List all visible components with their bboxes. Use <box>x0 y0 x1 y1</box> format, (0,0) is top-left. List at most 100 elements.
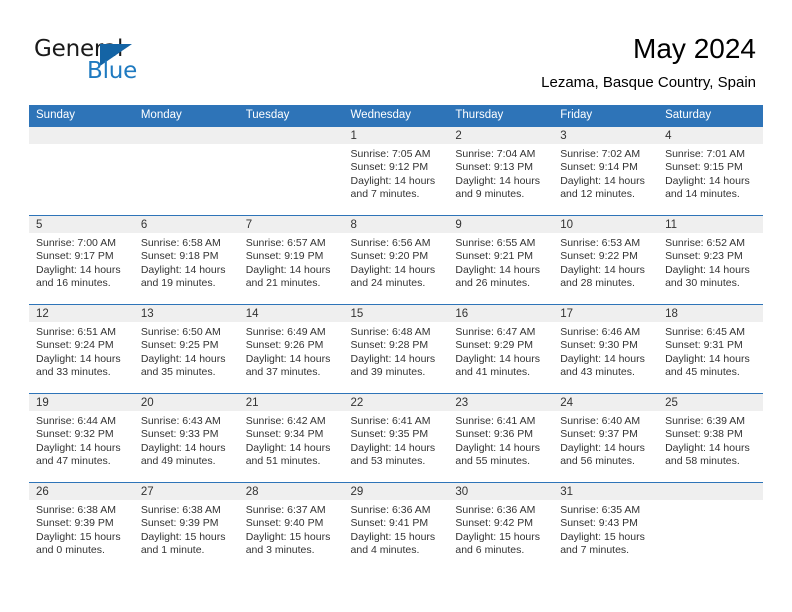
day-details: Sunrise: 6:46 AM Sunset: 9:30 PM Daylight:… <box>553 322 658 380</box>
day-number: 6 <box>133 216 239 233</box>
calendar-cell-inner: 22 Sunrise: 6:41 AM Sunset: 9:35 PM Dayligh… <box>343 394 449 482</box>
daylight-text-line1: Daylight: 14 hours <box>245 441 331 454</box>
weekday-header-row: Sunday Monday Tuesday Wednesday Thursday… <box>29 105 763 127</box>
sunrise-text: Sunrise: 6:57 AM <box>245 237 326 249</box>
sunset-text: Sunset: 9:24 PM <box>36 339 114 352</box>
calendar-day-cell[interactable]: 30 Sunrise: 6:36 AM Sunset: 9:42 PM Dayligh… <box>448 482 554 572</box>
daylight-text-line2: and 43 minutes. <box>560 366 635 379</box>
daylight-text-line2: and 30 minutes. <box>665 277 740 290</box>
calendar-body: 1 Sunrise: 7:05 AM Sunset: 9:12 PM Daylight… <box>29 126 763 572</box>
calendar-day-cell[interactable]: 29 Sunrise: 6:36 AM Sunset: 9:41 PM Dayligh… <box>343 482 449 572</box>
calendar-day-cell[interactable]: 14 Sunrise: 6:49 AM Sunset: 9:26 PM Dayligh… <box>238 304 344 394</box>
calendar-day-cell[interactable]: 31 Sunrise: 6:35 AM Sunset: 9:43 PM Dayligh… <box>553 482 659 572</box>
calendar-day-cell[interactable]: 6 Sunrise: 6:58 AM Sunset: 9:18 PM Daylight… <box>133 215 239 305</box>
calendar-cell-inner: 28 Sunrise: 6:37 AM Sunset: 9:40 PM Dayligh… <box>238 483 344 572</box>
calendar-day-cell[interactable]: 19 Sunrise: 6:44 AM Sunset: 9:32 PM Dayligh… <box>29 393 134 483</box>
day-number: 28 <box>238 483 344 500</box>
calendar-day-cell[interactable]: 16 Sunrise: 6:47 AM Sunset: 9:29 PM Dayligh… <box>448 304 554 394</box>
day-number: 13 <box>133 305 239 322</box>
calendar-day-cell[interactable]: 8 Sunrise: 6:56 AM Sunset: 9:20 PM Daylight… <box>343 215 449 305</box>
calendar-cell-inner: 20 Sunrise: 6:43 AM Sunset: 9:33 PM Dayligh… <box>133 394 239 482</box>
sunrise-text: Sunrise: 6:42 AM <box>245 415 326 427</box>
calendar-day-cell[interactable]: 18 Sunrise: 6:45 AM Sunset: 9:31 PM Dayligh… <box>658 304 763 394</box>
day-number: 22 <box>343 394 449 411</box>
calendar-day-cell[interactable]: 4 Sunrise: 7:01 AM Sunset: 9:15 PM Daylight… <box>658 126 763 216</box>
weekday-header-friday: Friday <box>553 105 659 127</box>
calendar-day-cell[interactable]: 10 Sunrise: 6:53 AM Sunset: 9:22 PM Dayligh… <box>553 215 659 305</box>
sunset-text: Sunset: 9:21 PM <box>455 250 534 263</box>
daylight-text-line1: Daylight: 14 hours <box>245 263 331 276</box>
calendar-day-cell[interactable]: 26 Sunrise: 6:38 AM Sunset: 9:39 PM Dayligh… <box>29 482 134 572</box>
daylight-text-line2: and 6 minutes. <box>455 544 525 557</box>
calendar-day-cell[interactable]: 25 Sunrise: 6:39 AM Sunset: 9:38 PM Dayligh… <box>658 393 763 483</box>
calendar-day-cell[interactable]: 20 Sunrise: 6:43 AM Sunset: 9:33 PM Dayligh… <box>133 393 239 483</box>
day-number: 11 <box>658 216 763 233</box>
calendar-day-cell[interactable]: 15 Sunrise: 6:48 AM Sunset: 9:28 PM Dayligh… <box>343 304 449 394</box>
day-number: 20 <box>133 394 239 411</box>
day-number: 24 <box>553 394 659 411</box>
calendar-day-cell[interactable]: 12 Sunrise: 6:51 AM Sunset: 9:24 PM Dayligh… <box>29 304 134 394</box>
sunset-text: Sunset: 9:23 PM <box>665 250 743 263</box>
page-title: May 2024 <box>633 33 756 64</box>
calendar-day-cell[interactable]: 2 Sunrise: 7:04 AM Sunset: 9:13 PM Daylight… <box>448 126 554 216</box>
day-details: Sunrise: 6:41 AM Sunset: 9:36 PM Daylight:… <box>448 411 553 469</box>
sunset-text: Sunset: 9:29 PM <box>455 339 534 352</box>
general-blue-logo[interactable]: General Blue <box>34 36 254 92</box>
calendar-day-cell[interactable]: 11 Sunrise: 6:52 AM Sunset: 9:23 PM Dayligh… <box>658 215 763 305</box>
sunset-text: Sunset: 9:32 PM <box>36 428 114 441</box>
calendar-day-cell[interactable]: 22 Sunrise: 6:41 AM Sunset: 9:35 PM Dayligh… <box>343 393 449 483</box>
day-number: 30 <box>448 483 554 500</box>
daylight-text-line1: Daylight: 14 hours <box>36 263 121 276</box>
calendar-day-cell[interactable]: 17 Sunrise: 6:46 AM Sunset: 9:30 PM Dayligh… <box>553 304 659 394</box>
sunrise-text: Sunrise: 6:35 AM <box>560 504 641 516</box>
calendar-day-cell[interactable]: 23 Sunrise: 6:41 AM Sunset: 9:36 PM Dayligh… <box>448 393 554 483</box>
calendar-day-cell[interactable]: 13 Sunrise: 6:50 AM Sunset: 9:25 PM Dayligh… <box>133 304 239 394</box>
calendar-page: General Blue May 2024 Lezama, Basque Cou… <box>0 0 792 612</box>
calendar-day-cell[interactable]: 9 Sunrise: 6:55 AM Sunset: 9:21 PM Daylight… <box>448 215 554 305</box>
day-details: Sunrise: 6:38 AM Sunset: 9:39 PM Daylight:… <box>29 500 134 558</box>
calendar-cell-inner: 7 Sunrise: 6:57 AM Sunset: 9:19 PM Daylight… <box>238 216 344 304</box>
day-details: Sunrise: 7:01 AM Sunset: 9:15 PM Daylight:… <box>658 144 763 202</box>
sunrise-text: Sunrise: 7:00 AM <box>36 237 116 249</box>
calendar-day-cell[interactable]: 7 Sunrise: 6:57 AM Sunset: 9:19 PM Daylight… <box>238 215 344 305</box>
calendar-day-cell[interactable]: 1 Sunrise: 7:05 AM Sunset: 9:12 PM Daylight… <box>343 126 449 216</box>
daylight-text-line1: Daylight: 14 hours <box>665 174 750 187</box>
daylight-text-line2: and 53 minutes. <box>350 455 426 468</box>
calendar-week-row: 19 Sunrise: 6:44 AM Sunset: 9:32 PM Dayligh… <box>29 393 763 483</box>
sunrise-text: Sunrise: 6:58 AM <box>140 237 221 249</box>
day-details: Sunrise: 6:37 AM Sunset: 9:40 PM Daylight:… <box>239 500 344 558</box>
calendar-day-cell[interactable]: 5 Sunrise: 7:00 AM Sunset: 9:17 PM Daylight… <box>29 215 134 305</box>
calendar-cell-empty <box>658 482 763 572</box>
daylight-text-line2: and 24 minutes. <box>350 277 426 290</box>
calendar-day-cell[interactable]: 28 Sunrise: 6:37 AM Sunset: 9:40 PM Dayligh… <box>238 482 344 572</box>
sunset-text: Sunset: 9:43 PM <box>560 517 638 530</box>
calendar-day-cell[interactable]: 27 Sunrise: 6:38 AM Sunset: 9:39 PM Dayligh… <box>133 482 239 572</box>
sunrise-text: Sunrise: 6:52 AM <box>665 237 746 249</box>
calendar-cell-empty <box>238 126 344 216</box>
day-details: Sunrise: 6:42 AM Sunset: 9:34 PM Daylight:… <box>239 411 344 469</box>
day-number: 27 <box>133 483 239 500</box>
daylight-text-line2: and 0 minutes. <box>36 544 105 557</box>
daylight-text-line2: and 49 minutes. <box>140 455 216 468</box>
day-details: Sunrise: 6:47 AM Sunset: 9:29 PM Daylight:… <box>448 322 553 380</box>
day-number: 7 <box>238 216 344 233</box>
daylight-text-line1: Daylight: 14 hours <box>665 441 750 454</box>
daylight-text-line1: Daylight: 14 hours <box>665 352 750 365</box>
sunrise-text: Sunrise: 6:40 AM <box>560 415 641 427</box>
calendar-day-cell[interactable]: 21 Sunrise: 6:42 AM Sunset: 9:34 PM Dayligh… <box>238 393 344 483</box>
calendar-cell-inner: 23 Sunrise: 6:41 AM Sunset: 9:36 PM Dayligh… <box>448 394 554 482</box>
daylight-text-line1: Daylight: 14 hours <box>350 441 436 454</box>
sunset-text: Sunset: 9:20 PM <box>350 250 429 263</box>
sunrise-text: Sunrise: 6:51 AM <box>36 326 116 338</box>
sunrise-text: Sunrise: 7:04 AM <box>455 148 536 160</box>
calendar-cell-inner: 9 Sunrise: 6:55 AM Sunset: 9:21 PM Daylight… <box>448 216 554 304</box>
daylight-text-line2: and 4 minutes. <box>350 544 420 557</box>
day-number: 16 <box>448 305 554 322</box>
daylight-text-line2: and 37 minutes. <box>245 366 321 379</box>
day-number: 9 <box>448 216 554 233</box>
calendar-day-cell[interactable]: 3 Sunrise: 7:02 AM Sunset: 9:14 PM Daylight… <box>553 126 659 216</box>
day-details: Sunrise: 6:48 AM Sunset: 9:28 PM Daylight:… <box>344 322 449 380</box>
calendar-cell-inner: 2 Sunrise: 7:04 AM Sunset: 9:13 PM Daylight… <box>448 127 554 215</box>
calendar-day-cell[interactable]: 24 Sunrise: 6:40 AM Sunset: 9:37 PM Dayligh… <box>553 393 659 483</box>
sunset-text: Sunset: 9:15 PM <box>665 161 743 174</box>
